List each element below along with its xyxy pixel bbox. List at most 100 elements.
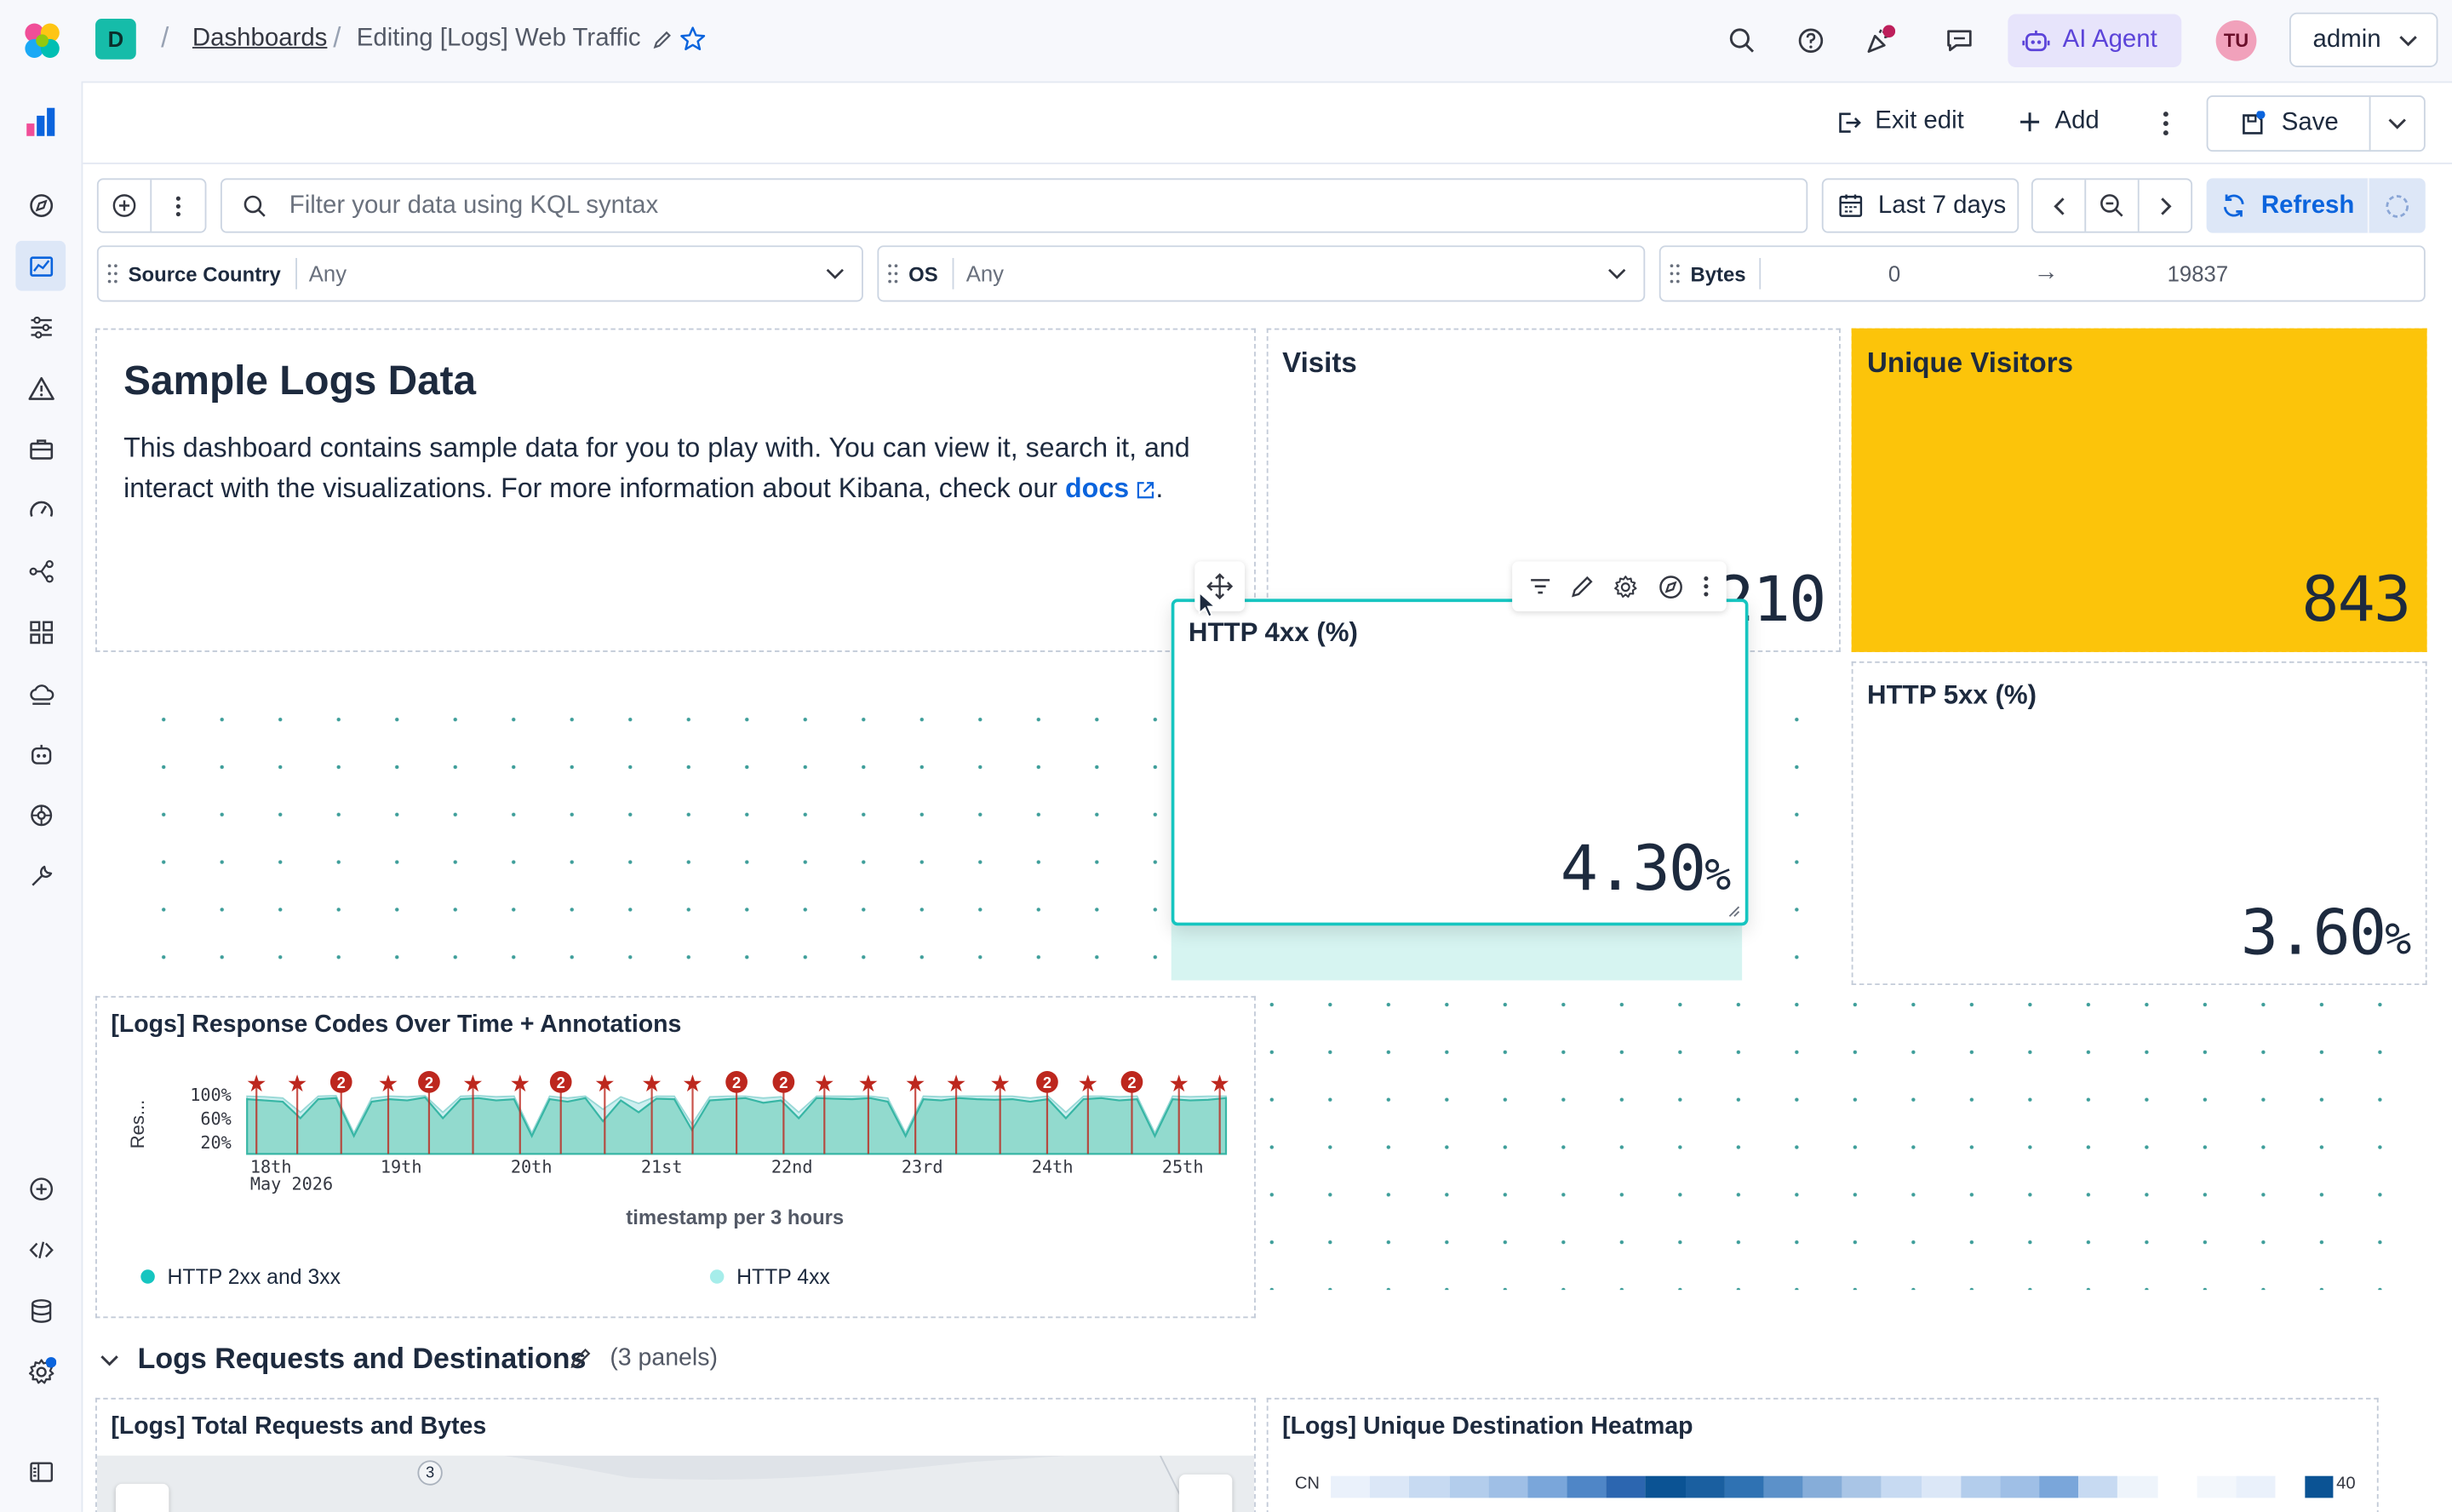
date-picker-button[interactable]: Last 7 days: [1821, 178, 2019, 233]
annotation-count: 2: [1043, 1074, 1051, 1091]
map-canvas[interactable]: 3: [96, 1455, 1255, 1512]
help-icon[interactable]: [1786, 15, 1836, 66]
news-feed-icon[interactable]: [1854, 15, 1905, 66]
collapse-nav-icon[interactable]: [15, 1446, 66, 1497]
heatmap-cell[interactable]: [1921, 1475, 1961, 1498]
add-filter-button[interactable]: [99, 180, 152, 232]
heatmap-cell[interactable]: [1370, 1475, 1410, 1498]
heatmap-row[interactable]: [1331, 1475, 2276, 1498]
heatmap-cell[interactable]: [2078, 1475, 2118, 1498]
avatar[interactable]: TU: [2215, 20, 2257, 61]
chevron-down-icon: [824, 263, 846, 285]
breadcrumb-dashboards[interactable]: Dashboards: [192, 25, 327, 53]
gear-icon[interactable]: [1613, 573, 1640, 599]
pencil-icon[interactable]: [652, 30, 673, 50]
agent-icon[interactable]: [15, 729, 66, 779]
drag-handle-icon[interactable]: [106, 263, 119, 285]
heatmap-cell[interactable]: [1882, 1475, 1922, 1498]
save-options-button[interactable]: [2370, 97, 2423, 150]
resize-handle-icon[interactable]: [1725, 902, 1740, 918]
heatmap-cell[interactable]: [2117, 1475, 2157, 1498]
integrations-icon[interactable]: [15, 789, 66, 839]
chevron-down-icon[interactable]: [99, 1349, 121, 1372]
heatmap-cell[interactable]: [1724, 1475, 1764, 1498]
range-min-input[interactable]: 0: [1762, 261, 2027, 286]
alerts-icon[interactable]: [15, 363, 66, 413]
wrench-icon[interactable]: [15, 850, 66, 901]
range-max-input[interactable]: 19837: [2065, 261, 2330, 286]
explore-compass-icon[interactable]: [1658, 573, 1684, 599]
panel-options-icon[interactable]: [1702, 574, 1711, 598]
annotation-star: ★: [1168, 1070, 1189, 1097]
drag-handle-icon[interactable]: [1669, 263, 1681, 285]
dashboards-nav-icon[interactable]: [15, 240, 66, 291]
edit-pencil-icon[interactable]: [1570, 574, 1595, 598]
control-os[interactable]: OS Any: [877, 245, 1646, 302]
feedback-icon[interactable]: [1934, 15, 1985, 66]
markdown-tail: .: [1155, 472, 1164, 504]
settings-icon[interactable]: [15, 1346, 66, 1396]
response-codes-chart[interactable]: 100%60%20%Res...18th 19th 20th 21st 22nd 23rd…: [97, 1054, 1258, 1273]
docs-link[interactable]: docs: [1065, 472, 1129, 504]
space-avatar[interactable]: D: [95, 19, 136, 60]
heatmap-cell[interactable]: [1645, 1475, 1686, 1498]
add-panel-button[interactable]: Add: [2017, 108, 2100, 136]
heatmap-cell[interactable]: [1802, 1475, 1843, 1498]
next-period-button[interactable]: [2140, 180, 2191, 232]
legend-item[interactable]: HTTP 2xx and 3xx: [140, 1265, 341, 1288]
annotation-star: ★: [462, 1070, 484, 1097]
elastic-logo-icon[interactable]: [22, 20, 63, 61]
control-bytes-range[interactable]: Bytes 0 → 19837: [1659, 245, 2426, 302]
control-source-country[interactable]: Source Country Any: [96, 245, 863, 302]
gauge-icon[interactable]: [15, 484, 66, 535]
search-icon[interactable]: [1717, 15, 1767, 66]
heatmap-cell[interactable]: [1763, 1475, 1803, 1498]
zoom-out-button[interactable]: [2086, 180, 2140, 232]
save-button[interactable]: Save: [2208, 96, 2371, 151]
heatmap-cell[interactable]: [1527, 1475, 1567, 1498]
more-options-icon[interactable]: [2140, 99, 2191, 149]
database-icon[interactable]: [15, 1286, 66, 1336]
filter-icon[interactable]: [1527, 574, 1552, 598]
heatmap-cell[interactable]: [1606, 1475, 1646, 1498]
heatmap-panel: [Logs] Unique Destination Heatmap CN 40: [1266, 1397, 2379, 1512]
cases-icon[interactable]: [15, 424, 66, 474]
refresh-button[interactable]: Refresh: [2207, 178, 2368, 232]
discover-icon[interactable]: [15, 180, 66, 230]
map-layers-control[interactable]: [1178, 1474, 1233, 1512]
kql-search-input[interactable]: Filter your data using KQL syntax: [220, 178, 1808, 233]
cloud-icon[interactable]: [15, 667, 66, 718]
map-zoom-control[interactable]: [115, 1483, 169, 1512]
heatmap-cell[interactable]: [1448, 1475, 1488, 1498]
workflow-icon[interactable]: [15, 546, 66, 596]
heatmap-cell[interactable]: [1685, 1475, 1725, 1498]
heatmap-cell[interactable]: [1331, 1475, 1371, 1498]
heatmap-cell[interactable]: [1487, 1475, 1528, 1498]
star-icon[interactable]: [679, 25, 707, 53]
http-4xx-panel[interactable]: HTTP 4xx (%) 4.30%: [1171, 598, 1749, 926]
drag-handle-icon[interactable]: [886, 263, 899, 285]
heatmap-cell[interactable]: [2157, 1475, 2197, 1498]
heatmap-cell[interactable]: [1409, 1475, 1449, 1498]
legend-item[interactable]: HTTP 4xx: [709, 1265, 830, 1288]
add-data-icon[interactable]: [15, 1163, 66, 1213]
pencil-icon[interactable]: [570, 1346, 593, 1370]
dashboards-logo-icon[interactable]: [15, 97, 66, 147]
heatmap-cell[interactable]: [2000, 1475, 2040, 1498]
heatmap-cell[interactable]: [1842, 1475, 1882, 1498]
rules-icon[interactable]: [15, 301, 66, 352]
dev-tools-icon[interactable]: [15, 1224, 66, 1274]
heatmap-cell[interactable]: [2039, 1475, 2079, 1498]
heatmap-cell[interactable]: [2236, 1475, 2276, 1498]
heatmap-cell[interactable]: [2197, 1475, 2237, 1498]
user-menu-button[interactable]: admin: [2289, 12, 2438, 67]
heatmap-cell[interactable]: [1567, 1475, 1607, 1498]
previous-period-button[interactable]: [2033, 180, 2087, 232]
apps-grid-icon[interactable]: [15, 607, 66, 657]
heatmap-cell[interactable]: [1960, 1475, 2001, 1498]
exit-edit-button[interactable]: Exit edit: [1836, 108, 1964, 136]
map-cluster-marker[interactable]: 3: [417, 1460, 443, 1486]
query-menu-button[interactable]: [152, 180, 204, 232]
ai-agent-button[interactable]: AI Agent: [2008, 14, 2182, 67]
auto-refresh-button[interactable]: [2367, 178, 2426, 233]
